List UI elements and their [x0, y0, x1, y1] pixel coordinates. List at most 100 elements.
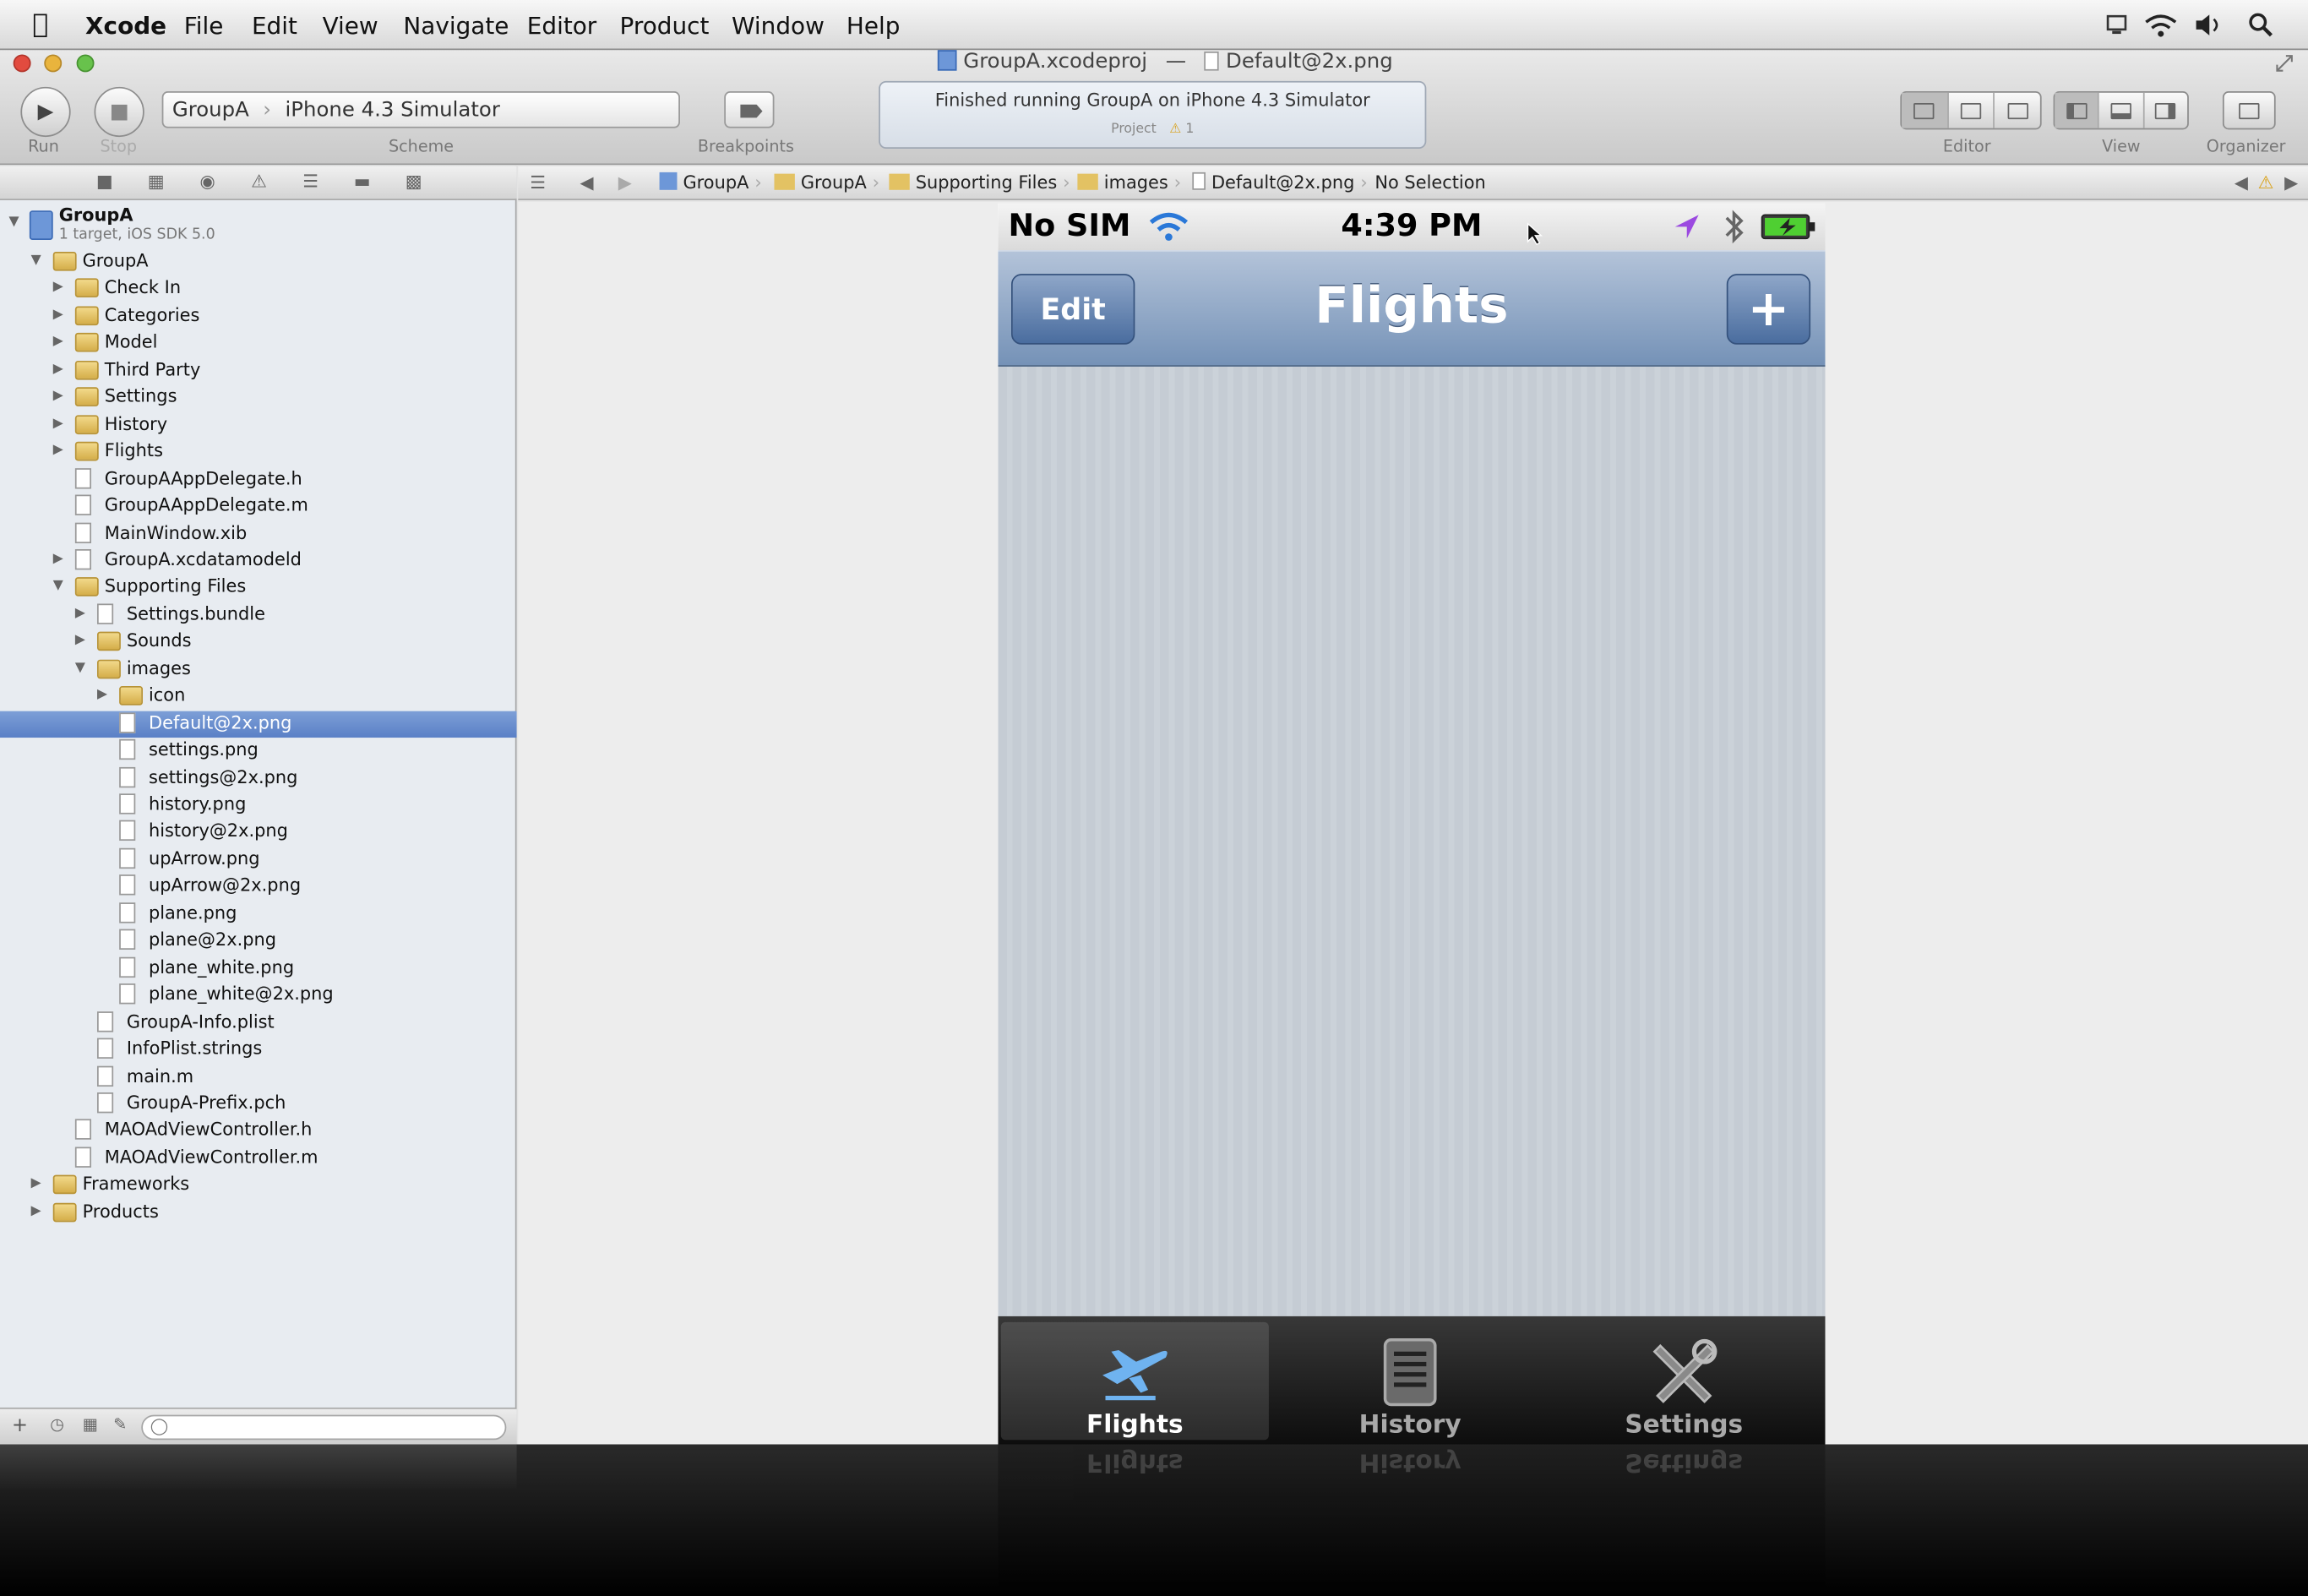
disclosure-closed-icon[interactable]: ▶	[31, 1204, 41, 1218]
tree-row[interactable]: MainWindow.xib	[0, 520, 517, 547]
tree-row[interactable]: plane_white@2x.png	[0, 983, 517, 1009]
disclosure-open-icon[interactable]: ▼	[75, 661, 85, 675]
disclosure-closed-icon[interactable]: ▶	[53, 444, 63, 458]
breadcrumb-file[interactable]: Default@2x.png ›	[1192, 172, 1368, 193]
tree-row[interactable]: ▶ Sounds	[0, 629, 517, 656]
tree-row[interactable]: ▶ Categories	[0, 303, 517, 330]
close-window-button[interactable]	[13, 54, 31, 73]
spotlight-search-icon[interactable]	[2248, 12, 2274, 38]
tree-row[interactable]: upArrow.png	[0, 847, 517, 873]
tree-row[interactable]: upArrow@2x.png	[0, 874, 517, 900]
project-navigator-tab-icon[interactable]: ■	[95, 172, 115, 192]
menu-navigate[interactable]: Navigate	[403, 12, 509, 40]
menu-help[interactable]: Help	[846, 12, 901, 40]
debug-navigator-tab-icon[interactable]: ☰	[300, 172, 320, 192]
breadcrumb-supporting-files[interactable]: Supporting Files ›	[889, 172, 1070, 193]
go-back-icon[interactable]: ◀	[580, 172, 593, 193]
add-flight-button[interactable]: +	[1726, 274, 1811, 345]
tree-row[interactable]: plane@2x.png	[0, 928, 517, 954]
tree-row[interactable]: ▶ Third Party	[0, 357, 517, 384]
tree-row[interactable]: ▼ Supporting Files	[0, 575, 517, 601]
tree-row[interactable]: ▶ Products	[0, 1200, 517, 1226]
disclosure-closed-icon[interactable]: ▶	[97, 688, 107, 702]
breadcrumb-project[interactable]: GroupA ›	[659, 172, 762, 193]
toggle-debug-area-button[interactable]	[2099, 92, 2145, 128]
disclosure-open-icon[interactable]: ▼	[31, 253, 41, 268]
menu-edit[interactable]: Edit	[252, 12, 297, 40]
menu-file[interactable]: File	[184, 12, 224, 40]
minimize-window-button[interactable]	[44, 54, 63, 73]
disclosure-closed-icon[interactable]: ▶	[75, 607, 85, 621]
wifi-icon[interactable]	[2143, 12, 2179, 38]
tree-row[interactable]: ▶ Frameworks	[0, 1173, 517, 1199]
tree-row[interactable]: ▶ icon	[0, 684, 517, 710]
disclosure-closed-icon[interactable]: ▶	[53, 389, 63, 403]
disclosure-closed-icon[interactable]: ▶	[53, 552, 63, 566]
tree-row[interactable]: ▼ GroupA	[0, 249, 517, 275]
add-icon[interactable]: +	[12, 1415, 28, 1437]
tree-row[interactable]: GroupA-Prefix.pch	[0, 1091, 517, 1117]
volume-icon[interactable]	[2193, 14, 2225, 37]
tree-row[interactable]: ▶ Settings.bundle	[0, 602, 517, 628]
disclosure-closed-icon[interactable]: ▶	[53, 335, 63, 349]
navigator-filter-input[interactable]: ◯	[141, 1414, 507, 1441]
tree-row[interactable]: ▶ Model	[0, 330, 517, 357]
disclosure-closed-icon[interactable]: ▶	[75, 634, 85, 648]
menu-app-xcode[interactable]: Xcode	[85, 12, 166, 40]
issue-warning-icon[interactable]: ⚠	[2258, 172, 2274, 193]
tree-row[interactable]: GroupAAppDelegate.h	[0, 466, 517, 493]
tree-row[interactable]: ▶ GroupA.xcdatamodeld	[0, 547, 517, 574]
tab-flights[interactable]: Flights	[1000, 1321, 1269, 1441]
log-navigator-tab-icon[interactable]: ▩	[403, 172, 423, 192]
tree-row[interactable]: MAOAdViewController.m	[0, 1145, 517, 1171]
menu-window[interactable]: Window	[732, 12, 825, 40]
menu-view[interactable]: View	[323, 12, 378, 40]
tree-row[interactable]: GroupAAppDelegate.m	[0, 493, 517, 520]
breadcrumb-selection[interactable]: No Selection	[1374, 172, 1485, 193]
tree-row[interactable]: ▶ Check In	[0, 276, 517, 302]
disclosure-closed-icon[interactable]: ▶	[53, 308, 63, 322]
tree-row[interactable]: ▶ History	[0, 411, 517, 438]
toggle-utilities-button[interactable]	[2144, 93, 2187, 128]
tree-row[interactable]: settings@2x.png	[0, 765, 517, 791]
organizer-button[interactable]	[2222, 91, 2276, 130]
next-issue-icon[interactable]: ▶	[2284, 172, 2298, 193]
menu-product[interactable]: Product	[620, 12, 710, 40]
breakpoints-button[interactable]	[724, 91, 775, 128]
tree-row[interactable]: ▶ Settings	[0, 384, 517, 411]
version-editor-button[interactable]	[1995, 93, 2039, 128]
disclosure-closed-icon[interactable]: ▶	[53, 417, 63, 431]
disclosure-closed-icon[interactable]: ▶	[31, 1177, 41, 1191]
screen-sharing-icon[interactable]	[2105, 14, 2129, 37]
disclosure-closed-icon[interactable]: ▶	[53, 281, 63, 295]
breakpoint-navigator-tab-icon[interactable]: ▬	[351, 172, 372, 192]
tree-row[interactable]: ▼ images	[0, 656, 517, 683]
scheme-popup[interactable]: GroupA › iPhone 4.3 Simulator	[161, 91, 680, 128]
menu-editor[interactable]: Editor	[527, 12, 597, 40]
tree-row[interactable]: main.m	[0, 1064, 517, 1090]
tree-row[interactable]: Default@2x.png	[0, 711, 517, 738]
activity-status[interactable]: Project ⚠ 1	[880, 123, 1425, 137]
disclosure-closed-icon[interactable]: ▶	[53, 362, 63, 376]
scm-filter-icon[interactable]: ▦	[83, 1415, 98, 1435]
project-root-row[interactable]: ▼ GroupA 1 target, iOS SDK 5.0	[0, 202, 517, 255]
recent-files-icon[interactable]: ◷	[50, 1415, 64, 1435]
tree-row[interactable]: InfoPlist.strings	[0, 1037, 517, 1063]
fullscreen-icon[interactable]	[2274, 53, 2294, 74]
tree-row[interactable]: history@2x.png	[0, 820, 517, 846]
breadcrumb-group[interactable]: GroupA ›	[774, 172, 879, 193]
tree-row[interactable]: ▶ Flights	[0, 439, 517, 466]
tree-row[interactable]: plane.png	[0, 901, 517, 927]
tab-settings[interactable]: Settings	[1550, 1322, 1818, 1440]
previous-issue-icon[interactable]: ◀	[2235, 172, 2248, 193]
flights-table-view[interactable]	[998, 366, 1826, 1316]
issue-navigator-tab-icon[interactable]: ⚠	[248, 172, 269, 192]
go-forward-icon[interactable]: ▶	[618, 172, 632, 193]
unsaved-filter-icon[interactable]: ✎	[113, 1415, 127, 1435]
zoom-window-button[interactable]	[76, 54, 95, 73]
disclosure-open-icon[interactable]: ▼	[53, 580, 63, 594]
symbol-navigator-tab-icon[interactable]: ▦	[145, 172, 166, 192]
tree-row[interactable]: settings.png	[0, 738, 517, 764]
related-files-icon[interactable]: ☰	[530, 172, 546, 193]
breadcrumb-images[interactable]: images ›	[1077, 172, 1181, 193]
